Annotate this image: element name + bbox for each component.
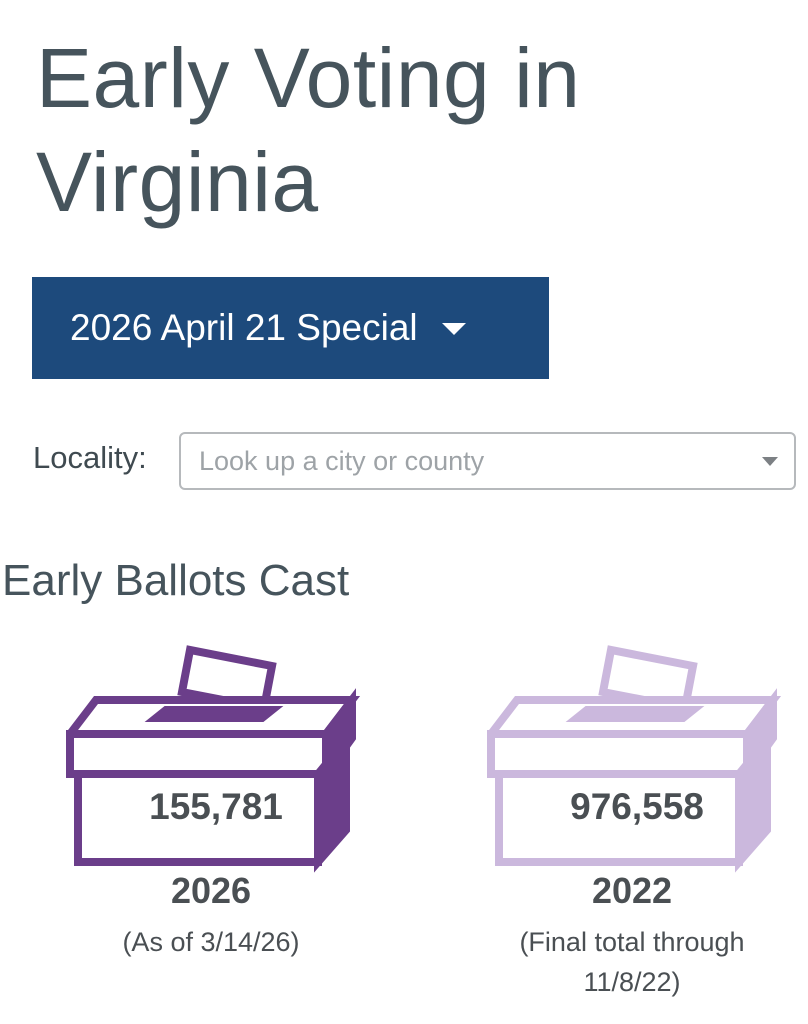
- ballot-count-2022: 976,558: [570, 786, 704, 827]
- page: Early Voting in Virginia 2026 April 21 S…: [0, 0, 808, 1024]
- locality-placeholder: Look up a city or county: [199, 445, 485, 476]
- ballot-note-2026: (As of 3/14/26): [122, 927, 300, 957]
- ballot-year-2022: 2022: [591, 870, 673, 911]
- section-title: Early Ballots Cast: [2, 556, 350, 605]
- ballot-note-2022: (Final total through 11/8/22): [519, 927, 745, 997]
- ballot-count-2026: 155,781: [149, 786, 283, 827]
- ballot-card-2026: 155,781: [66, 640, 366, 880]
- ballot-year-2026: 2026: [170, 870, 252, 911]
- page-title: Early Voting in Virginia: [36, 31, 581, 229]
- election-select-button[interactable]: 2026 April 21 Special: [32, 277, 549, 379]
- caret-down-icon: [441, 323, 466, 335]
- election-select-label: 2026 April 21 Special: [70, 307, 418, 348]
- ballot-card-2022: 976,558: [487, 640, 787, 880]
- ballot-box-icon: [487, 645, 782, 873]
- ballot-box-icon: [66, 645, 361, 873]
- locality-label: Locality:: [33, 440, 147, 475]
- locality-search-input[interactable]: Look up a city or county: [179, 432, 796, 490]
- chevron-down-icon[interactable]: [762, 456, 778, 466]
